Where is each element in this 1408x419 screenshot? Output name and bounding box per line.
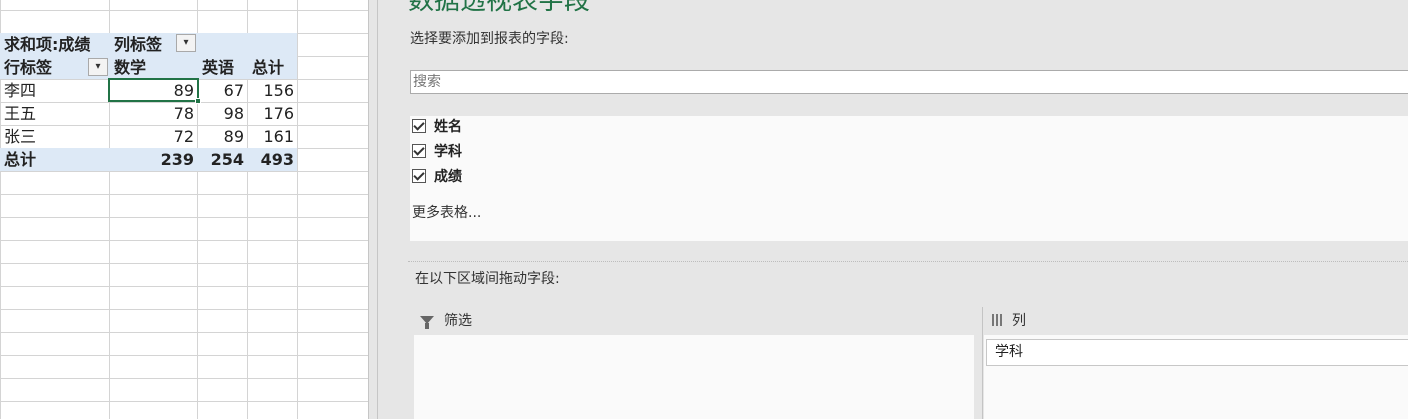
- grand-total-cell[interactable]: 493: [248, 148, 294, 171]
- choose-fields-label: 选择要添加到报表的字段:: [410, 31, 569, 47]
- filter-drop-area[interactable]: [414, 335, 974, 419]
- data-cell[interactable]: 78: [110, 102, 194, 125]
- columns-area-header: 列: [992, 310, 1026, 330]
- data-cell[interactable]: 67: [198, 79, 244, 102]
- column-field-item[interactable]: 学科: [986, 339, 1408, 366]
- field-item-subject[interactable]: 学科: [412, 141, 462, 161]
- data-cell[interactable]: 98: [198, 102, 244, 125]
- search-input[interactable]: [410, 70, 1408, 94]
- spreadsheet-grid[interactable]: 求和项:成绩 列标签 ▾ 行标签 ▾ 数学 英语 总计 李四 89 67 156…: [0, 0, 368, 419]
- values-label[interactable]: 求和项:成绩: [4, 33, 108, 56]
- row-label[interactable]: 李四: [4, 79, 104, 102]
- filter-area-header: 筛选: [420, 310, 472, 330]
- field-list: 姓名 学科 成绩 更多表格...: [410, 116, 1408, 241]
- more-tables-link[interactable]: 更多表格...: [412, 202, 481, 222]
- data-cell[interactable]: 72: [110, 125, 194, 148]
- col-divider: [297, 0, 298, 419]
- pivot-fields-pane: 数据透视表字段 选择要添加到报表的字段: 姓名 学科 成绩 更多表格... 在以…: [378, 0, 1408, 419]
- checkbox[interactable]: [412, 119, 426, 133]
- filter-dropdown-icon: ▾: [183, 37, 189, 48]
- columns-icon: [992, 314, 1002, 326]
- data-cell[interactable]: 176: [248, 102, 294, 125]
- field-label: 姓名: [434, 119, 462, 135]
- data-cell[interactable]: 156: [248, 79, 294, 102]
- col-header-english[interactable]: 英语: [202, 56, 246, 79]
- section-divider: [408, 261, 1408, 262]
- row-filter-button[interactable]: ▾: [88, 58, 108, 76]
- chevron-down-icon: ▾: [95, 61, 101, 72]
- funnel-icon: [420, 316, 434, 329]
- filter-area-label: 筛选: [444, 313, 472, 329]
- pane-splitter[interactable]: [368, 0, 378, 419]
- pane-title: 数据透视表字段: [408, 0, 591, 16]
- grand-total-label[interactable]: 总计: [4, 148, 104, 171]
- col-header-total[interactable]: 总计: [252, 56, 296, 79]
- data-cell[interactable]: 89: [198, 125, 244, 148]
- checkbox[interactable]: [412, 169, 426, 183]
- grand-total-cell[interactable]: 239: [110, 148, 194, 171]
- row-label[interactable]: 王五: [4, 102, 104, 125]
- drag-fields-label: 在以下区域间拖动字段:: [415, 271, 560, 287]
- data-cell[interactable]: 161: [248, 125, 294, 148]
- field-label: 成绩: [434, 169, 462, 185]
- fill-handle[interactable]: [195, 98, 201, 104]
- field-label: 学科: [434, 144, 462, 160]
- grand-total-cell[interactable]: 254: [198, 148, 244, 171]
- row-labels-header[interactable]: 行标签: [4, 56, 84, 79]
- row-label[interactable]: 张三: [4, 125, 104, 148]
- field-item-score[interactable]: 成绩: [412, 166, 462, 186]
- column-filter-button[interactable]: ▾: [176, 34, 196, 52]
- field-item-name[interactable]: 姓名: [412, 116, 462, 136]
- active-cell-selection: [108, 78, 199, 102]
- column-labels-header[interactable]: 列标签: [114, 33, 174, 56]
- columns-area-label: 列: [1012, 313, 1026, 329]
- area-divider: [982, 307, 983, 419]
- col-header-math[interactable]: 数学: [114, 56, 194, 79]
- checkbox[interactable]: [412, 144, 426, 158]
